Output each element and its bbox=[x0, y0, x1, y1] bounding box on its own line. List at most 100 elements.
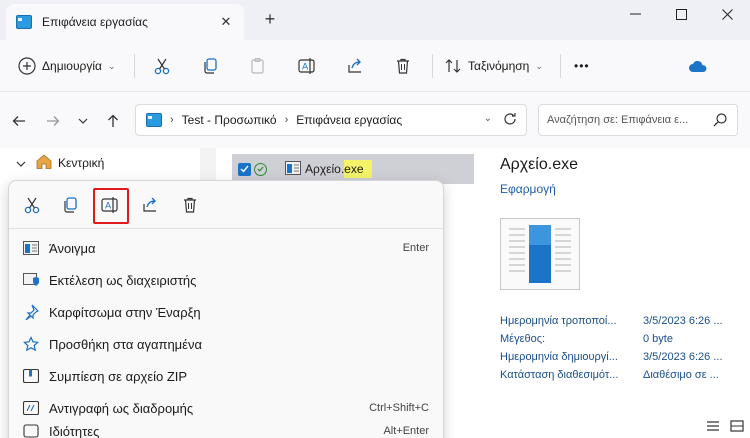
new-label: Δημιουργία bbox=[42, 59, 102, 73]
sort-icon bbox=[444, 57, 462, 75]
sort-label: Ταξινόμηση bbox=[468, 59, 530, 73]
divider bbox=[560, 54, 561, 78]
property-value: Διαθέσιμο σε ... bbox=[643, 369, 719, 381]
menu-item-label: Καρφίτσωμα στην Έναρξη bbox=[49, 304, 201, 320]
new-button[interactable]: Δημιουργία ⌄ bbox=[18, 52, 115, 80]
cut-button[interactable] bbox=[153, 52, 171, 80]
context-cut-button[interactable] bbox=[19, 193, 45, 219]
new-tab-button[interactable]: + bbox=[258, 8, 282, 32]
menu-item-pin-start[interactable]: Καρφίτσωμα στην Έναρξη bbox=[9, 296, 443, 328]
context-rename-button[interactable]: A bbox=[93, 188, 129, 224]
details-properties: Ημερομηνία τροποποί... 3/5/2023 6:26 ...… bbox=[500, 312, 750, 384]
details-view-icon[interactable] bbox=[706, 420, 720, 435]
property-key: Ημερομηνία δημιουργί... bbox=[500, 351, 618, 363]
minimize-button[interactable] bbox=[612, 0, 658, 28]
sync-status-icon bbox=[254, 162, 267, 176]
chevron-right-icon: › bbox=[284, 114, 289, 126]
close-icon[interactable]: ✕ bbox=[214, 14, 238, 30]
menu-item-run-as-admin[interactable]: Εκτέλεση ως διαχειριστής bbox=[9, 264, 443, 296]
command-bar: Δημιουργία ⌄ A Ταξινόμηση ⌄ ••• bbox=[0, 40, 750, 92]
context-quick-actions: A bbox=[9, 181, 443, 229]
nav-home-label: Κεντρική bbox=[58, 156, 105, 170]
file-name: Αρχείο.exe bbox=[305, 160, 372, 178]
share-icon bbox=[346, 57, 364, 75]
chevron-down-icon: ⌄ bbox=[535, 60, 543, 71]
trash-icon bbox=[394, 57, 412, 75]
svg-text:A: A bbox=[302, 63, 309, 73]
paste-button[interactable] bbox=[249, 52, 267, 80]
menu-item-properties[interactable]: Ιδιότητες Alt+Enter bbox=[9, 424, 443, 438]
tiles-view-icon[interactable] bbox=[730, 420, 744, 435]
menu-item-label: Ιδιότητες bbox=[49, 424, 100, 438]
menu-item-shortcut: Ctrl+Shift+C bbox=[369, 402, 429, 414]
property-value: 3/5/2023 6:26 ... bbox=[643, 351, 723, 363]
open-icon bbox=[21, 241, 41, 255]
tab-desktop[interactable]: Επιφάνεια εργασίας ✕ bbox=[6, 4, 244, 40]
share-button[interactable] bbox=[346, 52, 364, 80]
tab-title: Επιφάνεια εργασίας bbox=[42, 15, 148, 29]
divider bbox=[134, 54, 135, 78]
property-row: Μέγεθος: 0 byte bbox=[500, 330, 750, 348]
chevron-down-icon: ⌄ bbox=[107, 60, 116, 71]
more-options-button[interactable]: ••• bbox=[574, 52, 590, 80]
pin-icon bbox=[21, 304, 41, 320]
nav-item-home[interactable]: Κεντρική bbox=[16, 154, 104, 172]
back-button[interactable] bbox=[8, 110, 30, 132]
address-bar[interactable]: › Test - Προσωπικό › Επιφάνεια εργασίας … bbox=[135, 104, 527, 136]
checkbox-checked-icon[interactable] bbox=[238, 162, 251, 176]
details-pane: Αρχείο.exe Εφαρμογή Ημερομηνία τροποποί.… bbox=[500, 148, 750, 438]
copy-button[interactable] bbox=[201, 52, 219, 80]
star-icon bbox=[21, 336, 41, 352]
sort-button[interactable]: Ταξινόμηση ⌄ bbox=[444, 52, 543, 80]
property-key: Ημερομηνία τροποποί... bbox=[500, 315, 617, 327]
close-window-button[interactable] bbox=[704, 0, 750, 28]
breadcrumb-item[interactable]: Επιφάνεια εργασίας bbox=[296, 113, 402, 127]
menu-item-shortcut: Enter bbox=[402, 242, 429, 254]
file-name-base: Αρχείο. bbox=[305, 162, 345, 176]
rename-icon: A bbox=[101, 196, 121, 217]
property-row: Ημερομηνία δημιουργί... 3/5/2023 6:26 ..… bbox=[500, 348, 750, 366]
menu-item-add-favorites[interactable]: Προσθήκη στα αγαπημένα bbox=[9, 328, 443, 360]
up-button[interactable] bbox=[102, 110, 124, 132]
menu-item-open[interactable]: Άνοιγμα Enter bbox=[9, 232, 443, 264]
property-key: Μέγεθος: bbox=[500, 333, 546, 345]
search-box[interactable]: Αναζήτηση σε: Επιφάνεια ε... bbox=[538, 104, 738, 136]
search-placeholder: Αναζήτηση σε: Επιφάνεια ε... bbox=[547, 114, 689, 126]
address-row: › Test - Προσωπικό › Επιφάνεια εργασίας … bbox=[0, 92, 750, 148]
refresh-icon[interactable] bbox=[502, 111, 518, 130]
context-copy-button[interactable] bbox=[57, 193, 83, 219]
property-key: Κατάσταση διαθεσιμότ... bbox=[500, 369, 619, 381]
forward-button[interactable] bbox=[42, 110, 64, 132]
onedrive-button[interactable] bbox=[688, 52, 708, 80]
recent-locations-button[interactable] bbox=[72, 110, 94, 132]
title-bar: Επιφάνεια εργασίας ✕ + bbox=[0, 0, 750, 40]
rename-button[interactable]: A bbox=[298, 52, 318, 80]
chevron-down-icon[interactable]: ⌄ bbox=[484, 113, 492, 124]
maximize-button[interactable] bbox=[658, 0, 704, 28]
property-row: Κατάσταση διαθεσιμότ... Διαθέσιμο σε ... bbox=[500, 366, 750, 384]
menu-item-label: Συμπίεση σε αρχείο ZIP bbox=[49, 368, 188, 384]
application-icon bbox=[285, 160, 301, 178]
shield-icon bbox=[21, 273, 41, 287]
delete-button[interactable] bbox=[394, 52, 412, 80]
scissors-icon bbox=[153, 57, 171, 75]
breadcrumb-item[interactable]: Test - Προσωπικό bbox=[182, 113, 277, 127]
scissors-icon bbox=[23, 196, 41, 217]
share-icon bbox=[141, 196, 159, 217]
menu-item-compress-zip[interactable]: Συμπίεση σε αρχείο ZIP bbox=[9, 360, 443, 392]
plus-circle-icon bbox=[18, 57, 36, 75]
divider bbox=[432, 54, 433, 78]
copy-path-icon bbox=[21, 401, 41, 415]
search-icon bbox=[713, 113, 727, 130]
desktop-folder-icon bbox=[146, 113, 162, 127]
trash-icon bbox=[181, 196, 199, 217]
context-delete-button[interactable] bbox=[177, 193, 203, 219]
property-value: 0 byte bbox=[643, 333, 673, 345]
home-icon bbox=[36, 154, 52, 172]
file-extension: exe bbox=[344, 160, 372, 178]
property-row: Ημερομηνία τροποποί... 3/5/2023 6:26 ... bbox=[500, 312, 750, 330]
paste-icon bbox=[249, 57, 267, 75]
chevron-down-icon[interactable] bbox=[16, 156, 26, 170]
context-share-button[interactable] bbox=[137, 193, 163, 219]
menu-item-copy-as-path[interactable]: Αντιγραφή ως διαδρομής Ctrl+Shift+C bbox=[9, 392, 443, 424]
